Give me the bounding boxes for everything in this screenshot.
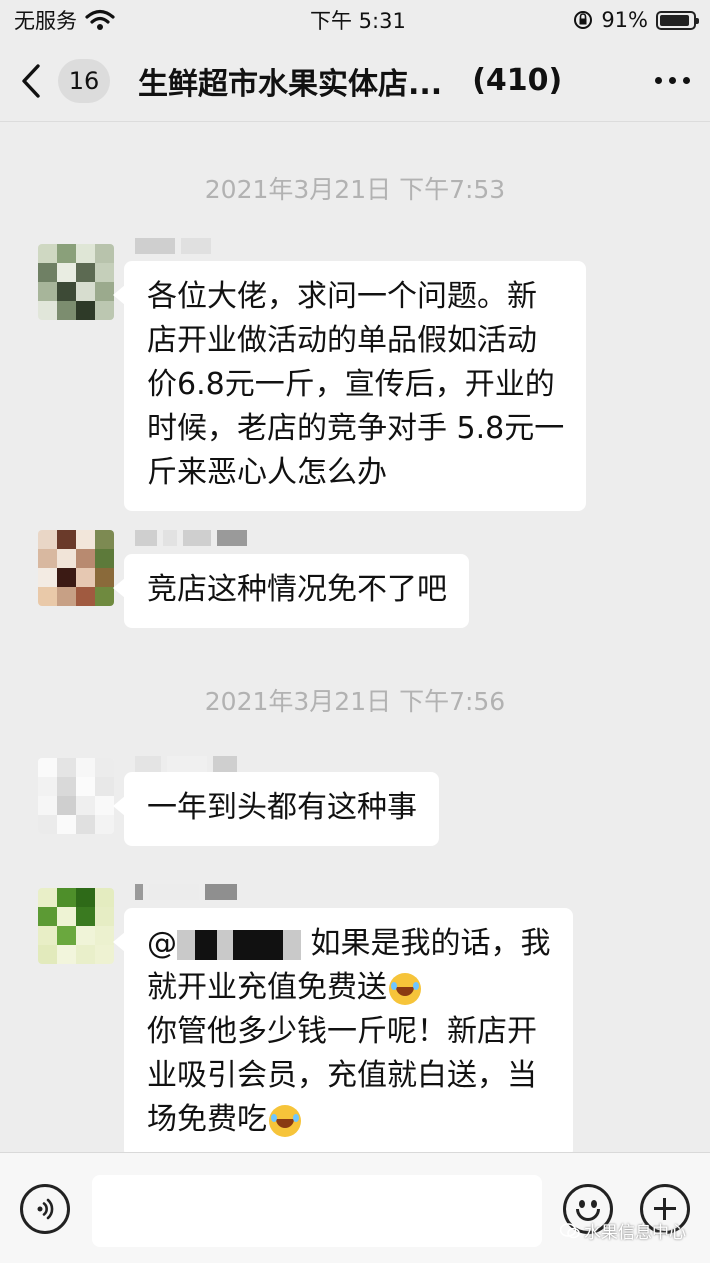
- message-text: 业吸引会员，充值就白送，当: [147, 1058, 537, 1093]
- chevron-left-icon: [22, 63, 40, 98]
- input-toolbar: [0, 1152, 710, 1263]
- mention-symbol: @: [147, 926, 177, 961]
- message-text: 价6.8元一斤，宣传后，开业的: [147, 367, 555, 402]
- battery-icon: [656, 10, 699, 30]
- message-timestamp: 2021年3月21日 下午7:56: [204, 687, 506, 716]
- message-bubble[interactable]: 一年到头都有这种事: [113, 772, 439, 846]
- message-bubble[interactable]: 各位大佬，求问一个问题。新 店开业做活动的单品假如活动 价6.8元一斤，宣传后，…: [112, 261, 587, 511]
- emoji-icon: [591, 1200, 597, 1208]
- sender-name-redacted: [135, 884, 237, 900]
- message-text: 店开业做活动的单品假如活动: [147, 323, 537, 358]
- message-text: 就开业充值免费送: [147, 966, 551, 1010]
- chat-header: 16 生鲜超市水果实体店... (410): [0, 40, 710, 122]
- back-button[interactable]: [20, 61, 54, 101]
- message-text: 时候，老店的竞争对手 5.8元一: [147, 411, 565, 446]
- unread-count-badge[interactable]: 16: [58, 58, 110, 103]
- redacted-mention: [283, 929, 301, 960]
- avatar[interactable]: [38, 244, 114, 320]
- message-text: 场免费吃: [147, 1098, 551, 1142]
- message-timestamp: 2021年3月21日 下午7:53: [204, 175, 506, 204]
- message-text: 斤来恶心人怎么办: [147, 455, 387, 490]
- chat-messages[interactable]: 2021年3月21日 下午7:53 各位大佬，求问一个问题。新 店开业做活动的单…: [0, 122, 710, 1158]
- avatar[interactable]: [38, 888, 114, 964]
- orientation-lock-icon: [574, 11, 593, 29]
- laughing-tears-emoji-icon: [269, 1104, 301, 1137]
- carrier-label: 无服务: [14, 9, 77, 33]
- message-text: @ 如果是我的话，我: [147, 922, 551, 966]
- more-dot: [669, 77, 676, 84]
- message-text: 场免费吃: [147, 1102, 267, 1137]
- redacted-mention: [177, 929, 195, 960]
- laughing-tears-emoji-icon: [389, 972, 421, 1005]
- message-text: 你管他多少钱一斤呢！新店开: [147, 1014, 537, 1049]
- chat-title: 生鲜超市水果实体店...: [138, 66, 443, 102]
- redacted-mention: [233, 929, 283, 960]
- emoji-icon: [579, 1200, 585, 1208]
- voice-button[interactable]: [20, 1184, 70, 1234]
- redacted-mention: [217, 929, 233, 960]
- message-text: 一年到头都有这种事: [147, 790, 417, 825]
- battery-level: [660, 14, 690, 26]
- sender-name-redacted: [135, 238, 211, 254]
- more-dot: [655, 77, 662, 84]
- message-text: 竞店这种情况免不了吧: [147, 572, 447, 607]
- more-dot: [683, 77, 690, 84]
- redacted-mention: [195, 929, 217, 960]
- watermark: 水果信息中心: [560, 1218, 686, 1243]
- more-button[interactable]: [655, 61, 690, 101]
- sender-name-redacted: [135, 530, 247, 546]
- message-bubble[interactable]: @ 如果是我的话，我 就开业充值免费送 你管他多少钱一斤呢！新店开 业吸引会员，…: [113, 908, 573, 1158]
- message-text: 如果是我的话，我: [310, 926, 551, 961]
- member-count: (410): [472, 63, 563, 98]
- clock: 下午 5:31: [310, 9, 406, 33]
- wifi-icon: [85, 9, 115, 30]
- sender-name-redacted: [135, 756, 237, 772]
- message-text: 就开业充值免费送: [147, 970, 387, 1005]
- voice-icon: [37, 1198, 54, 1220]
- message-input[interactable]: [92, 1175, 542, 1247]
- watermark-text: 水果信息中心: [584, 1223, 686, 1243]
- status-bar: 无服务 下午 5:31 91%: [0, 0, 710, 40]
- message-text: 各位大佬，求问一个问题。新: [147, 279, 537, 314]
- battery-percent: 91%: [601, 8, 648, 32]
- avatar[interactable]: [38, 530, 114, 606]
- avatar[interactable]: [38, 758, 114, 834]
- message-bubble[interactable]: 竞店这种情况免不了吧: [113, 554, 469, 628]
- wechat-logo-icon: [560, 1222, 580, 1238]
